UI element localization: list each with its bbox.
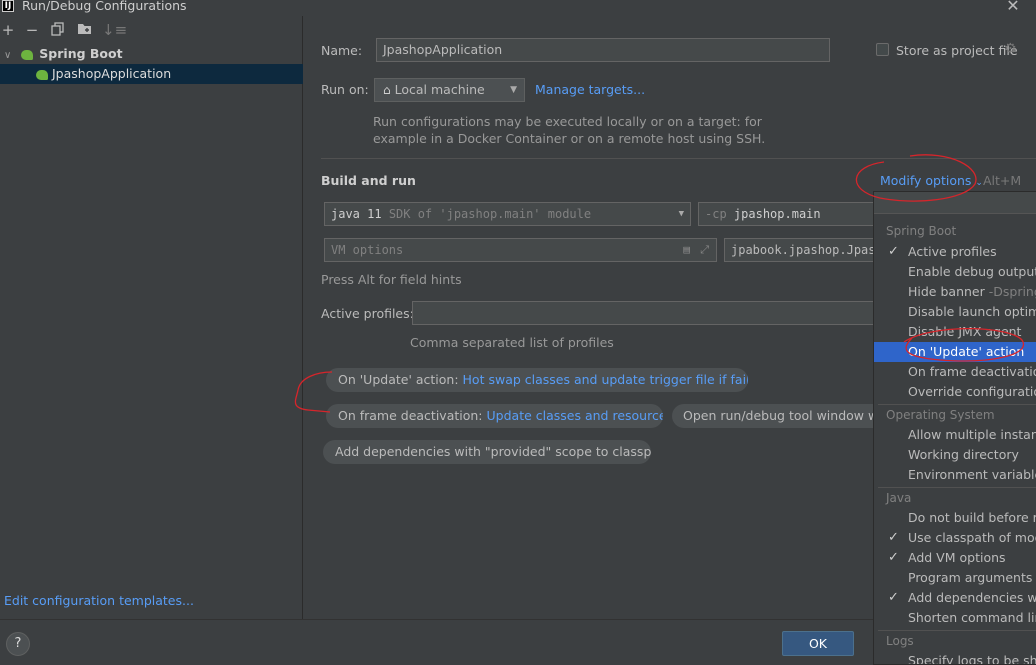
popup-item-add-vm-options[interactable]: ✓ Add VM options (874, 548, 1036, 568)
tree-group-label: Spring Boot (39, 46, 123, 61)
popup-item-allow-multiple-instances[interactable]: Allow multiple instances (874, 425, 1036, 445)
checkmark-icon: ✓ (888, 550, 899, 565)
alt-hint: Press Alt for field hints (321, 272, 462, 287)
manage-targets-link[interactable]: Manage targets... (535, 82, 645, 97)
checkmark-icon: ✓ (888, 244, 899, 259)
checkmark-icon: ✓ (888, 590, 899, 605)
build-and-run-heading: Build and run (321, 173, 416, 188)
on-update-label: On 'Update' action: (338, 372, 459, 387)
popup-item-do-not-build[interactable]: Do not build before run (874, 508, 1036, 528)
main-class-input[interactable]: jpabook.jpashop.Jpash (724, 238, 873, 262)
popup-item-use-classpath[interactable]: ✓Use classpath of module (874, 528, 1036, 548)
provided-scope-chip[interactable]: Add dependencies with "provided" scope t… (323, 440, 651, 464)
popup-item-program-arguments[interactable]: Program arguments (874, 568, 1036, 588)
popup-item-disable-launch-optimization[interactable]: Disable launch optimiza (874, 302, 1036, 322)
active-profiles-label: Active profiles: (321, 306, 414, 321)
add-icon[interactable]: + (0, 22, 16, 38)
spring-boot-icon (21, 49, 34, 60)
config-tree-panel (0, 16, 303, 619)
popup-group-operating-system: Operating System (886, 408, 995, 422)
jre-sdk-description: SDK of 'jpashop.main' module (388, 207, 592, 221)
popup-item-disable-jmx-agent[interactable]: Disable JMX agent (874, 322, 1036, 342)
copy-icon[interactable] (50, 22, 66, 38)
name-input[interactable]: JpashopApplication (376, 38, 830, 62)
spring-boot-app-icon (36, 69, 48, 80)
popup-separator (878, 404, 1036, 405)
on-update-value[interactable]: Hot swap classes and update trigger file… (463, 372, 748, 387)
popup-item-specify-logs[interactable]: Specify logs to be show (874, 651, 1036, 664)
list-icon[interactable]: ▤ (683, 239, 690, 261)
modify-options-popup: Spring Boot ✓ Active profiles Enable debu… (873, 191, 1036, 665)
popup-group-spring-boot: Spring Boot (886, 224, 957, 238)
jre-java-version: java 11 (331, 207, 382, 221)
popup-search-input[interactable] (874, 192, 1036, 214)
ok-button[interactable]: OK (782, 631, 854, 656)
home-icon: ⌂ (383, 83, 391, 97)
dropdown-arrow-icon: ▼ (510, 85, 517, 95)
popup-group-logs: Logs (886, 634, 914, 648)
popup-item-hide-banner[interactable]: Hide banner -Dspring.r (874, 282, 1036, 302)
active-profiles-hint: Comma separated list of profiles (410, 335, 614, 350)
on-frame-label: On frame deactivation: (338, 408, 483, 423)
help-button[interactable]: ? (6, 632, 30, 656)
on-update-action-chip[interactable]: On 'Update' action: Hot swap classes and… (326, 368, 748, 392)
vm-options-input[interactable]: VM options ▤ ⤢ (324, 238, 717, 262)
popup-item-on-update-action[interactable]: On 'Update' action (874, 342, 1036, 362)
run-on-label: Run on: (321, 82, 369, 97)
modify-options-link[interactable]: Modify options ⌄ (880, 173, 983, 188)
popup-item-working-directory[interactable]: Working directory (874, 445, 1036, 465)
active-profiles-input[interactable] (412, 301, 873, 325)
popup-separator (878, 630, 1036, 631)
modify-options-label: Modify options (880, 173, 972, 188)
tree-item-jpashop-application[interactable]: JpashopApplication (0, 64, 303, 84)
separator (321, 158, 1036, 159)
chevron-down-icon[interactable]: ∨ (4, 50, 11, 61)
popup-item-shorten-command-line[interactable]: Shorten command line (874, 608, 1036, 628)
edit-config-templates-link[interactable]: Edit configuration templates... (4, 593, 194, 608)
run-on-hint-line-1: Run configurations may be executed local… (373, 114, 762, 129)
popup-item-add-dependencies[interactable]: ✓Add dependencies with (874, 588, 1036, 608)
classpath-module-dropdown[interactable]: -cp jpashop.main (698, 202, 873, 226)
remove-icon[interactable]: − (24, 22, 40, 38)
dropdown-arrow-icon: ▼ (678, 209, 684, 219)
app-icon: IJ (2, 0, 14, 12)
provided-scope-label: Add dependencies with "provided" scope t… (335, 444, 651, 459)
on-frame-deactivation-chip[interactable]: On frame deactivation: Update classes an… (326, 404, 663, 428)
expand-icon[interactable]: ⤢ (700, 239, 709, 261)
on-frame-value[interactable]: Update classes and resources (487, 408, 663, 423)
vm-options-placeholder: VM options (331, 243, 404, 257)
store-as-project-checkbox[interactable] (876, 43, 889, 56)
popup-item-enable-debug-output[interactable]: Enable debug output - (874, 262, 1036, 282)
popup-item-active-profiles[interactable]: ✓ Active profiles (874, 242, 1036, 262)
cp-module-value: jpashop.main (733, 207, 821, 221)
title-bar: IJ Run/Debug Configurations ✕ (0, 0, 1036, 15)
new-folder-icon[interactable] (76, 22, 92, 38)
close-icon[interactable]: ✕ (1004, 0, 1022, 15)
sort-icon[interactable]: ↓≡ (102, 22, 127, 38)
name-label: Name: (321, 43, 363, 58)
run-on-dropdown[interactable]: ⌂ Local machine ▼ (374, 78, 525, 102)
modify-options-shortcut: Alt+M (983, 173, 1022, 188)
checkmark-icon: ✓ (888, 530, 899, 545)
tree-item-label: JpashopApplication (51, 66, 172, 81)
store-as-project-label: Store as project file (896, 43, 1018, 58)
popup-item-override-configuration[interactable]: Override configuration p (874, 382, 1036, 402)
chevron-down-icon: ⌄ (975, 178, 983, 188)
tree-group-spring-boot[interactable]: ∨ Spring Boot (0, 44, 303, 64)
window-title: Run/Debug Configurations (22, 0, 187, 13)
open-tool-window-chip[interactable]: Open run/debug tool window wher (672, 404, 873, 428)
cp-flag: -cp (705, 207, 727, 221)
jre-dropdown[interactable]: java 11 SDK of 'jpashop.main' module ▼ (324, 202, 691, 226)
popup-item-on-frame-deactivation[interactable]: On frame deactivation (874, 362, 1036, 382)
gear-icon[interactable]: ⚙ (1004, 41, 1017, 57)
popup-item-environment-variables[interactable]: Environment variables (874, 465, 1036, 485)
popup-group-java: Java (886, 491, 912, 505)
run-on-hint-line-2: example in a Docker Container or on a re… (373, 131, 766, 146)
run-on-value: Local machine (394, 82, 485, 97)
popup-separator (878, 487, 1036, 488)
